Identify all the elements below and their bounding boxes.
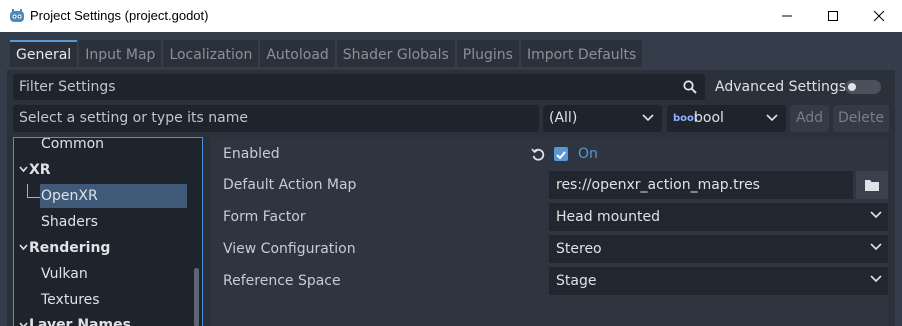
setting-name-placeholder: Select a setting or type its name: [19, 110, 248, 126]
property-default-action-map: Default Action Map res://openxr_action_m…: [211, 170, 888, 200]
tree-item-xr[interactable]: XR: [29, 162, 51, 178]
tree-item-rendering[interactable]: Rendering: [29, 240, 110, 256]
tree-connector: [27, 184, 28, 198]
action-map-value: res://openxr_action_map.tres: [556, 177, 760, 193]
reference-space-value: Stage: [556, 273, 597, 289]
action-map-field[interactable]: res://openxr_action_map.tres: [549, 171, 853, 199]
window-title: Project Settings (project.godot): [30, 8, 209, 23]
chevron-down-icon: [766, 114, 778, 122]
tab-general[interactable]: General: [10, 40, 78, 67]
close-icon: [873, 10, 885, 22]
checkbox-icon[interactable]: [554, 147, 568, 161]
godot-icon: [10, 9, 24, 22]
maximize-icon: [828, 11, 838, 21]
tab-autoload[interactable]: Autoload: [260, 40, 335, 67]
maximize-button[interactable]: [810, 0, 856, 32]
delete-button[interactable]: Delete: [833, 105, 889, 132]
property-label: Reference Space: [223, 273, 341, 289]
chevron-down-icon[interactable]: [19, 166, 28, 173]
advanced-settings-toggle[interactable]: [845, 80, 881, 94]
settings-tree[interactable]: Common XR OpenXR Shaders Rendering Vulka…: [13, 137, 203, 326]
property-enabled: Enabled On: [211, 139, 888, 169]
property-label: Enabled: [223, 146, 280, 162]
filter-placeholder: Filter Settings: [19, 79, 116, 95]
filter-input[interactable]: Filter Settings: [13, 74, 705, 100]
advanced-settings-label: Advanced Settings: [715, 79, 847, 95]
minimize-icon: [782, 15, 792, 17]
form-factor-dropdown[interactable]: Head mounted: [549, 203, 888, 231]
property-view-configuration: View Configuration Stereo: [211, 234, 888, 264]
toggle-knob: [848, 83, 856, 91]
type-value: bool: [694, 110, 724, 126]
search-icon: [683, 80, 697, 94]
property-label: View Configuration: [223, 241, 356, 257]
revert-icon[interactable]: [531, 147, 545, 161]
chevron-down-icon: [870, 211, 882, 219]
folder-icon: [865, 180, 879, 191]
tab-plugins[interactable]: Plugins: [456, 40, 519, 67]
add-button[interactable]: Add: [790, 105, 829, 132]
chevron-down-icon: [870, 275, 882, 283]
chevron-down-icon: [870, 243, 882, 251]
tab-bar: General Input Map Localization Autoload …: [10, 40, 644, 68]
chevron-down-icon: [642, 114, 654, 122]
folder-button[interactable]: [856, 171, 888, 199]
tree-item-vulkan[interactable]: Vulkan: [41, 266, 88, 282]
minimize-button[interactable]: [764, 0, 810, 32]
tree-item-shaders[interactable]: Shaders: [41, 214, 98, 230]
tab-input-map[interactable]: Input Map: [79, 40, 162, 67]
property-label: Form Factor: [223, 209, 306, 225]
tab-import-defaults[interactable]: Import Defaults: [520, 40, 643, 67]
view-configuration-dropdown[interactable]: Stereo: [549, 235, 888, 263]
form-factor-value: Head mounted: [556, 209, 660, 225]
tab-shader-globals[interactable]: Shader Globals: [336, 40, 455, 67]
property-label: Default Action Map: [223, 177, 357, 193]
scope-value: (All): [549, 110, 578, 126]
tree-item-openxr[interactable]: OpenXR: [41, 188, 98, 204]
view-configuration-value: Stereo: [556, 241, 602, 257]
chevron-right-icon[interactable]: [19, 322, 28, 326]
scope-dropdown[interactable]: (All): [543, 105, 662, 132]
close-button[interactable]: [856, 0, 902, 32]
chevron-down-icon[interactable]: [19, 244, 28, 251]
property-form-factor: Form Factor Head mounted: [211, 202, 888, 232]
tree-scrollbar[interactable]: [194, 268, 199, 326]
setting-name-input[interactable]: Select a setting or type its name: [13, 105, 539, 132]
tree-item-common[interactable]: Common: [41, 138, 104, 152]
title-bar: Project Settings (project.godot): [0, 0, 902, 32]
tree-item-textures[interactable]: Textures: [41, 292, 100, 308]
tree-item-layer-names[interactable]: Layer Names: [29, 317, 131, 326]
tab-localization[interactable]: Localization: [163, 40, 259, 67]
enabled-value: On: [578, 146, 598, 162]
tree-connector: [27, 197, 40, 198]
reference-space-dropdown[interactable]: Stage: [549, 267, 888, 295]
type-dropdown[interactable]: bool bool: [667, 105, 786, 132]
property-reference-space: Reference Space Stage: [211, 266, 888, 296]
inspector-panel: Enabled On Default Action Map res://open…: [211, 137, 888, 326]
